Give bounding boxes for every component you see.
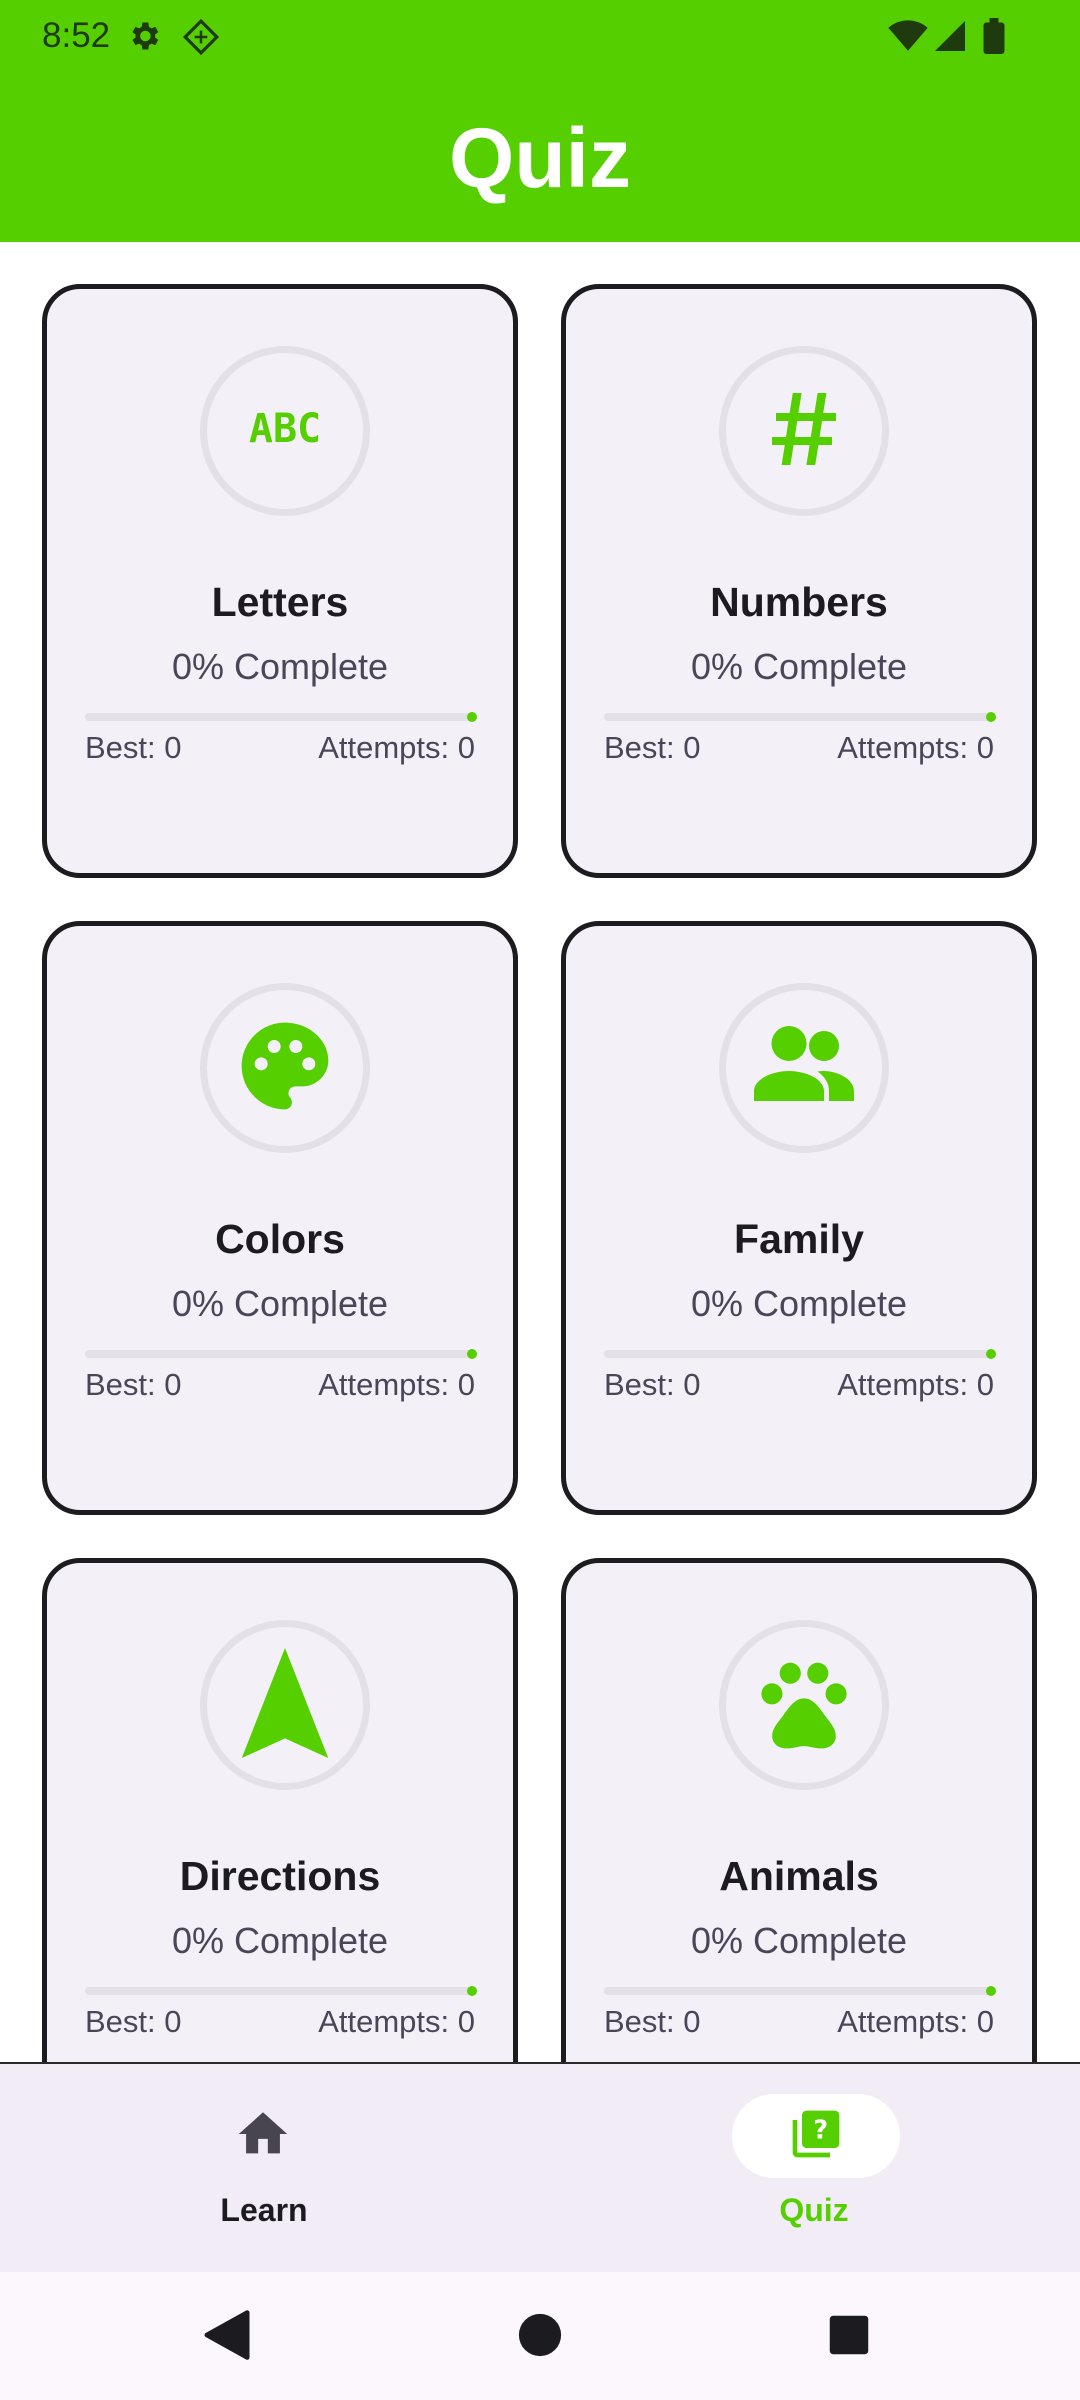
- people-icon: [744, 1006, 864, 1131]
- navigation-arrow-icon: [237, 1647, 333, 1763]
- back-button[interactable]: [192, 2302, 262, 2372]
- card-title: Family: [734, 1216, 864, 1262]
- hash-icon: [756, 381, 852, 482]
- quiz-card-colors[interactable]: Colors 0% Complete Best: 0 Attempts: 0: [42, 921, 518, 1515]
- cellular-signal-icon: [932, 18, 968, 59]
- nav-label: Learn: [220, 2192, 308, 2228]
- best-score: Best: 0: [604, 1367, 701, 1402]
- quiz-card-letters[interactable]: ABC Letters 0% Complete Best: 0 Attempts…: [42, 284, 518, 878]
- progress-indicator: [467, 712, 477, 722]
- card-progress-text: 0% Complete: [690, 646, 908, 687]
- home-icon: [234, 2105, 292, 2168]
- palette-icon: [233, 1014, 337, 1123]
- nav-item-quiz[interactable]: ? Quiz: [540, 2064, 1080, 2274]
- progress-indicator: [467, 1986, 477, 1996]
- best-score: Best: 0: [604, 2004, 701, 2039]
- best-score: Best: 0: [85, 2004, 182, 2039]
- card-progress-text: 0% Complete: [690, 1283, 908, 1324]
- progress-indicator: [986, 712, 996, 722]
- attempts-count: Attempts: 0: [318, 2004, 475, 2039]
- card-title: Numbers: [710, 579, 888, 625]
- card-title: Animals: [719, 1853, 879, 1899]
- progress-bar: [604, 1349, 996, 1359]
- best-score: Best: 0: [85, 1367, 182, 1402]
- progress-bar: [85, 712, 477, 722]
- svg-text:?: ?: [813, 2115, 828, 2145]
- attempts-count: Attempts: 0: [318, 730, 475, 765]
- progress-indicator: [467, 1349, 477, 1359]
- attempts-count: Attempts: 0: [837, 1367, 994, 1402]
- status-time: 8:52: [42, 16, 111, 55]
- progress-bar: [604, 1986, 996, 1996]
- quiz-card-numbers[interactable]: Numbers 0% Complete Best: 0 Attempts: 0: [561, 284, 1037, 878]
- attempts-count: Attempts: 0: [318, 1367, 475, 1402]
- progress-indicator: [986, 1986, 996, 1996]
- card-title: Letters: [211, 579, 349, 625]
- attempts-count: Attempts: 0: [837, 730, 994, 765]
- recents-button[interactable]: [814, 2302, 884, 2372]
- home-circle-icon: [517, 2312, 563, 2363]
- progress-bar: [604, 712, 996, 722]
- quiz-icon: ?: [788, 2106, 844, 2167]
- progress-bar: [85, 1349, 477, 1359]
- nav-label: Quiz: [779, 2192, 849, 2228]
- icon-circle: [200, 1620, 370, 1790]
- progress-bar: [85, 1986, 477, 1996]
- status-bar: 8:52: [0, 0, 1080, 72]
- attempts-count: Attempts: 0: [837, 2004, 994, 2039]
- svg-text:ABC: ABC: [249, 409, 321, 449]
- progress-indicator: [986, 1349, 996, 1359]
- recents-square-icon: [828, 2314, 870, 2361]
- icon-circle: [719, 983, 889, 1153]
- card-progress-text: 0% Complete: [171, 646, 389, 687]
- app-notification-icon: [182, 18, 220, 61]
- nav-pill: [179, 2094, 347, 2178]
- quiz-card-animals[interactable]: Animals 0% Complete Best: 0 Attempts: 0: [561, 1558, 1037, 2062]
- icon-circle: ABC: [200, 346, 370, 516]
- quiz-card-family[interactable]: Family 0% Complete Best: 0 Attempts: 0: [561, 921, 1037, 1515]
- page-title: Quiz: [449, 111, 631, 205]
- bottom-navigation: Learn ? Quiz: [0, 2062, 1080, 2272]
- card-progress-text: 0% Complete: [690, 1920, 908, 1961]
- icon-circle: [719, 1620, 889, 1790]
- card-progress-text: 0% Complete: [171, 1283, 389, 1324]
- card-title: Colors: [215, 1216, 345, 1262]
- icon-circle: [200, 983, 370, 1153]
- app-bar: Quiz: [0, 72, 1080, 242]
- best-score: Best: 0: [85, 730, 182, 765]
- battery-icon: [982, 18, 1006, 59]
- best-score: Best: 0: [604, 730, 701, 765]
- system-navigation-bar: [0, 2272, 1080, 2400]
- nav-item-learn[interactable]: Learn: [0, 2064, 540, 2274]
- paw-icon: [749, 1648, 859, 1763]
- quiz-category-grid[interactable]: ABC Letters 0% Complete Best: 0 Attempts…: [0, 242, 1080, 2062]
- card-title: Directions: [179, 1853, 381, 1899]
- home-button[interactable]: [505, 2302, 575, 2372]
- abc-icon: ABC: [235, 406, 335, 454]
- icon-circle: [719, 346, 889, 516]
- card-progress-text: 0% Complete: [171, 1920, 389, 1961]
- back-triangle-icon: [202, 2308, 252, 2367]
- nav-pill-active: ?: [732, 2094, 900, 2178]
- wifi-icon: [888, 18, 928, 59]
- quiz-card-directions[interactable]: Directions 0% Complete Best: 0 Attempts:…: [42, 1558, 518, 2062]
- settings-icon: [126, 18, 162, 59]
